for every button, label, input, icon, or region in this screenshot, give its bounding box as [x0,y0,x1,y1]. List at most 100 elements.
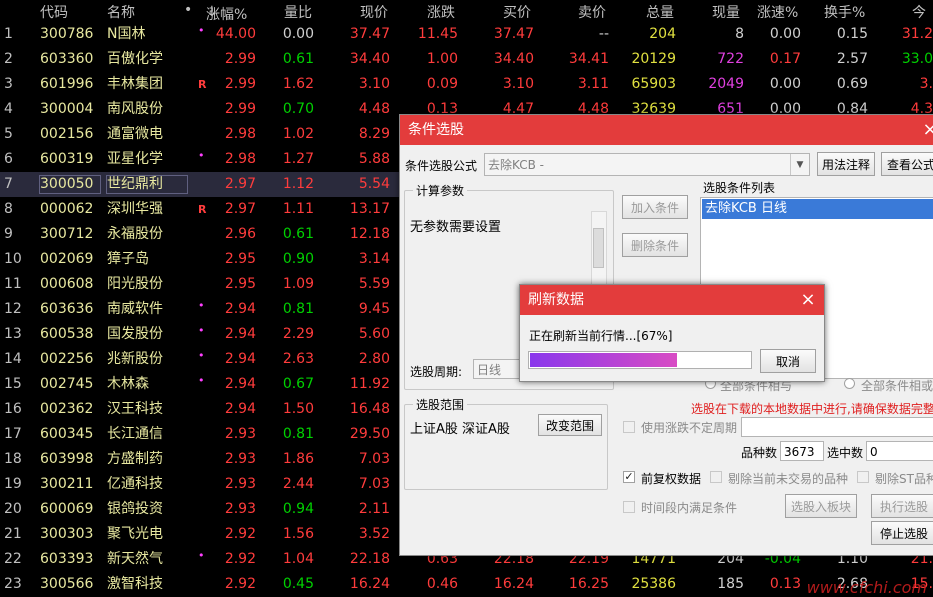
add-to-block-button[interactable]: 选股入板块 [785,494,857,518]
price: 8.29 [358,126,390,142]
stop-select-button[interactable]: 停止选股 [871,521,933,545]
stock-code: 603998 [40,451,94,467]
use-period-label: 使用涨跌不定周期 [641,421,738,435]
header-total-volume[interactable]: 总量 [646,2,674,22]
ask-price: 34.41 [568,51,609,67]
delete-condition-button[interactable]: 删除条件 [622,233,688,257]
change-scope-button[interactable]: 改变范围 [538,414,602,436]
volume-ratio: 2.44 [282,476,314,492]
change-pct: 2.92 [224,526,256,542]
volume-ratio: 1.12 [282,176,314,192]
scroll-thumb[interactable] [593,228,604,268]
header-speed[interactable]: 涨速% [757,2,798,22]
price: 12.18 [349,226,390,242]
header-dot[interactable]: • [184,2,192,18]
remove-st-checkbox[interactable] [857,471,869,483]
remove-untraded-checkbox[interactable] [710,471,722,483]
header-today[interactable]: 今 [912,2,926,22]
add-condition-button[interactable]: 加入条件 [622,195,688,219]
change: 1.00 [426,51,458,67]
header-volume-ratio[interactable]: 量比 [284,2,312,22]
volume-ratio: 0.67 [282,376,314,392]
speed: 0.17 [769,51,801,67]
period-input[interactable] [741,417,933,437]
view-formula-button[interactable]: 查看公式 [881,152,933,176]
change-pct: 2.93 [224,501,256,517]
row-number: 7 [4,176,13,192]
change-pct: 2.94 [224,326,256,342]
turnover: 2.57 [836,51,868,67]
params-group-title: 计算参数 [413,182,468,199]
table-header: 代码 名称 • 涨幅% ↓ 量比 现价 涨跌 买价 卖价 总量 现量 涨速% 换手… [0,0,933,23]
stock-code: 300050 [39,175,101,194]
progress-message: 正在刷新当前行情...[67%] [529,329,673,343]
stock-code: 600069 [40,501,94,517]
change-pct: 2.92 [224,551,256,567]
close-icon[interactable]: × [916,115,933,145]
header-change[interactable]: 涨跌 [427,2,455,22]
row-number: 14 [4,351,22,367]
table-row[interactable]: 1 300786 N国林 • 44.00 0.00 37.47 11.45 37.47 -- 204… [0,22,933,47]
table-row[interactable]: 23 300566 激智科技 2.92 0.45 16.24 0.46 16.24 16.25 2… [0,572,933,597]
change-pct: 2.95 [224,251,256,267]
row-number: 10 [4,251,22,267]
today-open: 31.2 [901,26,933,42]
progress-title-bar[interactable]: 刷新数据 [520,285,824,315]
header-bid[interactable]: 买价 [503,2,531,22]
volume-ratio: 1.09 [282,276,314,292]
adjusted-data-checkbox[interactable]: ✓ [623,471,635,483]
stock-name: 通富微电 [107,126,163,142]
stock-code: 002362 [40,401,94,417]
stock-code: 002256 [40,351,94,367]
bid-price: 34.40 [493,51,534,67]
row-number: 23 [4,576,22,592]
stock-code: 002069 [40,251,94,267]
condition-list-item[interactable]: 去除KCB 日线 [702,199,933,219]
progress-bar [528,351,752,369]
total-volume: 25386 [631,576,676,592]
today-open: 3. [919,76,933,92]
time-period-checkbox[interactable] [623,501,635,513]
chevron-down-icon[interactable]: ▼ [790,154,809,175]
params-scrollbar[interactable] [591,211,607,289]
header-code[interactable]: 代码 [40,2,68,22]
header-ask[interactable]: 卖价 [578,2,606,22]
price: 3.10 [358,76,390,92]
execute-select-button[interactable]: 执行选股 [871,494,933,518]
header-current-volume[interactable]: 现量 [712,2,740,22]
use-period-checkbox[interactable] [623,421,635,433]
cancel-button[interactable]: 取消 [760,349,816,373]
radio-all-or[interactable] [844,378,855,389]
stock-code: 600345 [40,426,94,442]
stock-name: 聚飞光电 [107,526,163,542]
change-pct: 2.94 [224,376,256,392]
speed: 0.13 [769,576,801,592]
dialog-title-bar[interactable]: 条件选股 [400,115,933,145]
stock-name: 国发股份 [107,326,163,342]
formula-select[interactable]: 去除KCB - ▼ [484,153,810,176]
table-row[interactable]: 2 603360 百傲化学 2.99 0.61 34.40 1.00 34.40 34.41 20… [0,47,933,72]
price: 4.48 [358,101,390,117]
row-number: 19 [4,476,22,492]
header-turnover[interactable]: 换手% [824,2,865,22]
change-pct: 2.94 [224,401,256,417]
change-pct: 44.00 [215,26,256,42]
price: 29.50 [349,426,390,442]
volume-ratio: 2.63 [282,351,314,367]
header-name[interactable]: 名称 [107,2,135,22]
close-icon[interactable]: × [794,285,822,315]
volume-ratio: 1.62 [282,76,314,92]
radio-all-or-label: 全部条件相或 [861,379,933,393]
change-pct: 2.98 [224,126,256,142]
change-pct: 2.99 [224,51,256,67]
change-pct: 2.98 [224,151,256,167]
table-row[interactable]: 3 601996 丰林集团 R 2.99 1.62 3.10 0.09 3.10 3.11 6590… [0,72,933,97]
usage-notes-button[interactable]: 用法注释 [817,152,875,176]
current-volume: 8 [735,26,744,42]
stock-name: 百傲化学 [107,51,163,67]
header-price[interactable]: 现价 [360,2,388,22]
price: 5.54 [358,176,390,192]
scope-group: 选股范围 上证A股 深证A股 改变范围 [404,396,608,490]
volume-ratio: 0.81 [282,301,314,317]
params-text: 无参数需要设置 [410,220,502,235]
